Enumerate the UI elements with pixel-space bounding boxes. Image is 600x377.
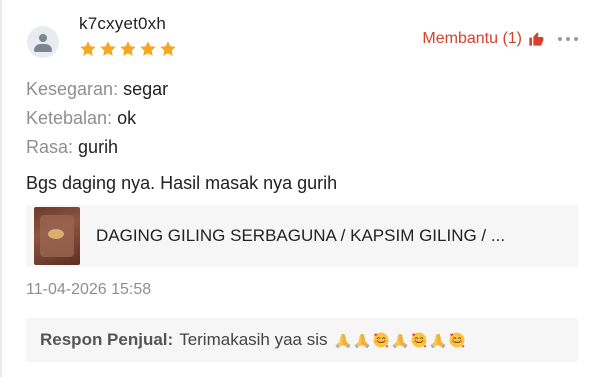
attribute-value: gurih bbox=[78, 137, 119, 157]
smiling-face-with-hearts-icon bbox=[373, 332, 389, 348]
attribute-freshness: Kesegaran: segar bbox=[26, 79, 168, 100]
rating-stars bbox=[79, 40, 179, 60]
helpful-label: Membantu (1) bbox=[422, 30, 522, 47]
star-icon bbox=[140, 41, 156, 56]
star-icon bbox=[160, 41, 176, 56]
smiling-face-with-hearts-icon bbox=[411, 332, 427, 348]
attribute-value: ok bbox=[117, 108, 137, 128]
folded-hands-icon bbox=[354, 334, 370, 349]
left-divider bbox=[0, 0, 2, 377]
helpful-button[interactable]: Membantu (1) bbox=[422, 30, 544, 48]
folded-hands-icon bbox=[392, 334, 408, 349]
more-options-icon[interactable] bbox=[554, 37, 578, 41]
avatar[interactable] bbox=[27, 26, 59, 58]
folded-hands-icon bbox=[335, 334, 351, 349]
seller-response-emojis bbox=[334, 331, 467, 349]
product-thumbnail[interactable] bbox=[34, 207, 80, 265]
seller-response: Respon Penjual: Terimakasih yaa sis bbox=[26, 318, 578, 362]
attribute-value: segar bbox=[123, 79, 169, 99]
reviewer-username: k7cxyet0xh bbox=[79, 14, 167, 33]
seller-response-message: Terimakasih yaa sis bbox=[179, 330, 328, 349]
seller-response-label: Respon Penjual: bbox=[40, 330, 174, 349]
review-text: Bgs daging nya. Hasil masak nya gurih bbox=[26, 173, 338, 193]
review-timestamp: 11-04-2026 15:58 bbox=[26, 281, 152, 298]
product-card[interactable]: DAGING GILING SERBAGUNA / KAPSIM GILING … bbox=[26, 205, 578, 267]
attribute-key: Ketebalan: bbox=[26, 108, 113, 128]
smiling-face-with-hearts-icon bbox=[449, 332, 465, 348]
star-icon bbox=[80, 41, 96, 56]
attribute-thickness: Ketebalan: ok bbox=[26, 108, 136, 129]
avatar-head bbox=[39, 34, 47, 42]
attribute-key: Rasa: bbox=[26, 137, 74, 157]
attribute-taste: Rasa: gurih bbox=[26, 137, 118, 158]
attribute-key: Kesegaran: bbox=[26, 79, 119, 99]
thumbs-up-icon bbox=[529, 32, 544, 46]
product-name: DAGING GILING SERBAGUNA / KAPSIM GILING … bbox=[96, 226, 506, 245]
folded-hands-icon bbox=[430, 334, 446, 349]
star-icon bbox=[100, 41, 116, 56]
star-icon bbox=[120, 41, 136, 56]
avatar-body bbox=[34, 44, 52, 52]
